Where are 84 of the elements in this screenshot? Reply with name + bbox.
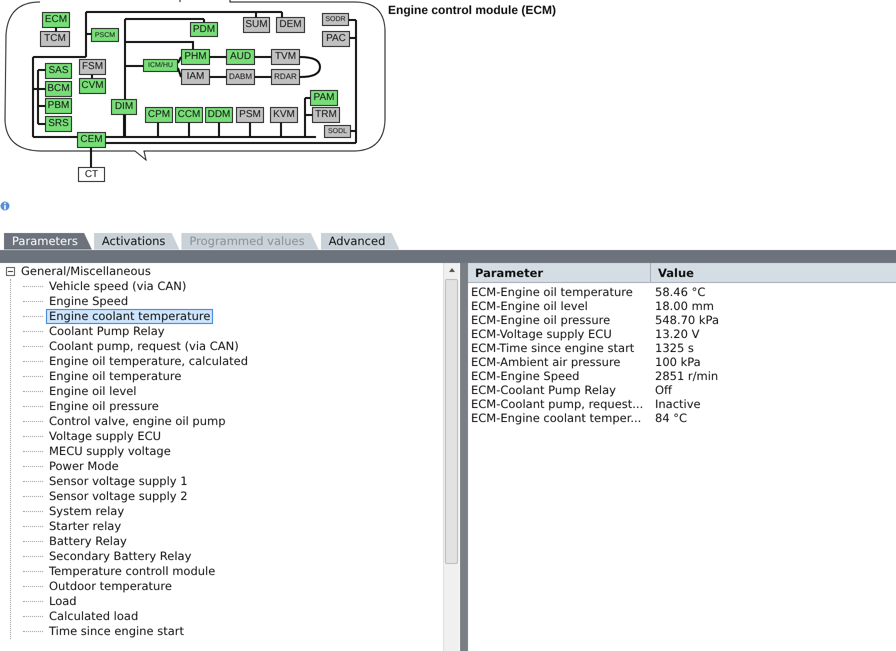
tree-item[interactable]: Control valve, engine oil pump	[46, 414, 229, 428]
table-cell-text: 100 kPa	[654, 354, 701, 368]
tree-item[interactable]: Coolant Pump Relay	[46, 324, 168, 338]
tree-item[interactable]: Engine Speed	[46, 294, 132, 308]
module-node[interactable]: SAS	[45, 63, 72, 79]
module-node[interactable]: IAM	[181, 69, 210, 85]
info-icon[interactable]	[0, 200, 10, 212]
tree-item[interactable]: Sensor voltage supply 1	[46, 474, 191, 488]
module-node[interactable]: PAM	[310, 90, 338, 106]
module-node[interactable]: TVM	[271, 49, 300, 65]
tree-item[interactable]: Calculated load	[46, 608, 142, 624]
tab[interactable]: Activations	[94, 232, 180, 250]
module-node[interactable]: PBM	[45, 98, 72, 114]
module-title: Engine control module (ECM)	[388, 2, 556, 19]
collapse-icon[interactable]	[6, 266, 15, 276]
module-node[interactable]: PAC	[322, 31, 350, 47]
table-cell-text: 58.46 °C	[654, 284, 706, 298]
tree-item[interactable]: Engine oil pressure	[46, 398, 162, 414]
tree-item[interactable]: Voltage supply ECU	[46, 428, 164, 444]
table-cell-text: 1325 s	[654, 340, 694, 354]
tree-item[interactable]: MECU supply voltage	[46, 444, 174, 458]
module-node[interactable]: CPM	[145, 107, 173, 123]
tab[interactable]: Advanced	[320, 232, 400, 250]
table-cell-text: ECM-Engine oil level	[470, 298, 589, 312]
table-cell-text: ECM-Time since engine start	[470, 340, 636, 354]
module-node[interactable]: TCM	[40, 31, 70, 47]
module-node[interactable]: AUD	[226, 49, 255, 65]
table-cell-text: Inactive	[654, 396, 701, 410]
table-cell-text: 84 °C	[654, 410, 688, 424]
module-node[interactable]: DIM	[111, 99, 137, 115]
scrollbar-thumb[interactable]	[445, 278, 458, 564]
pane-splitter[interactable]	[460, 262, 468, 651]
module-node[interactable]: BCM	[45, 81, 72, 97]
column-header: Parameter	[468, 262, 651, 282]
tree-item[interactable]: Sensor voltage supply 2	[46, 488, 191, 504]
module-node[interactable]: DABM	[226, 69, 255, 85]
tree-item[interactable]: Secondary Battery Relay	[46, 548, 194, 564]
tree-item[interactable]: Outdoor temperature	[46, 578, 175, 594]
column-header: Value	[657, 264, 694, 282]
tree-item[interactable]: Coolant pump, request (via CAN)	[46, 338, 242, 354]
tree-item[interactable]: Engine oil temperature, calculated	[46, 354, 252, 368]
module-node[interactable]: ECM	[42, 12, 70, 28]
table-cell-text: ECM-Engine oil pressure	[470, 312, 612, 326]
tree-item[interactable]: Engine oil level	[46, 384, 140, 398]
tree-item[interactable]: Load	[46, 594, 80, 608]
table-cell-text: 548.70 kPa	[654, 312, 720, 326]
module-node[interactable]: CCM	[175, 107, 203, 123]
tree-item[interactable]: Vehicle speed (via CAN)	[46, 278, 190, 294]
table-cell-text: 2851 r/min	[654, 368, 718, 382]
module-node[interactable]: PDM	[190, 22, 218, 37]
table-cell-text: ECM-Engine Speed	[470, 368, 580, 382]
module-node[interactable]: KVM	[270, 107, 298, 123]
table-cell-text: ECM-Ambient air pressure	[470, 354, 622, 368]
tree-item[interactable]: Battery Relay	[46, 534, 130, 548]
tree-item[interactable]: Starter relay	[46, 518, 124, 534]
table-cell-text: Off	[654, 382, 672, 396]
module-node[interactable]: SUM	[243, 17, 270, 33]
table-cell-text: 13.20 V	[654, 326, 700, 340]
tree-item[interactable]: Engine coolant temperature	[46, 308, 214, 324]
module-node[interactable]: PSM	[236, 107, 264, 123]
module-node[interactable]: TRM	[312, 107, 340, 123]
module-node[interactable]: RDAR	[271, 69, 300, 85]
tree-item[interactable]: System relay	[46, 504, 128, 518]
module-node[interactable]: CT	[78, 167, 105, 182]
tree-item[interactable]: Temperature controll module	[46, 564, 218, 578]
module-node[interactable]: DEM	[276, 17, 305, 33]
module-node[interactable]: PHM	[181, 49, 210, 65]
table-cell-text: ECM-Coolant pump, request...	[470, 396, 644, 410]
table-cell-text: 18.00 mm	[654, 298, 714, 312]
table-cell-text: ECM-Voltage supply ECU	[470, 326, 613, 340]
tree-item[interactable]: Time since engine start	[46, 624, 187, 638]
table-cell-text: ECM-Coolant Pump Relay	[470, 382, 617, 396]
table-cell-text: ECM-Engine coolant temper...	[470, 410, 642, 424]
scrollbar[interactable]	[443, 262, 459, 651]
tree-item[interactable]: Engine oil temperature	[46, 368, 184, 384]
module-node[interactable]: SRS	[45, 116, 72, 132]
tree-item[interactable]: Power Mode	[46, 458, 122, 474]
module-node[interactable]: FSM	[79, 59, 106, 75]
tab[interactable]: Parameters	[4, 232, 92, 250]
module-node[interactable]: CVM	[79, 78, 106, 94]
table-cell-text: ECM-Engine oil temperature	[470, 284, 634, 298]
module-node[interactable]: CEM	[77, 132, 106, 148]
tree-item[interactable]: General/Miscellaneous	[18, 264, 154, 278]
module-node[interactable]: DDM	[205, 107, 233, 123]
